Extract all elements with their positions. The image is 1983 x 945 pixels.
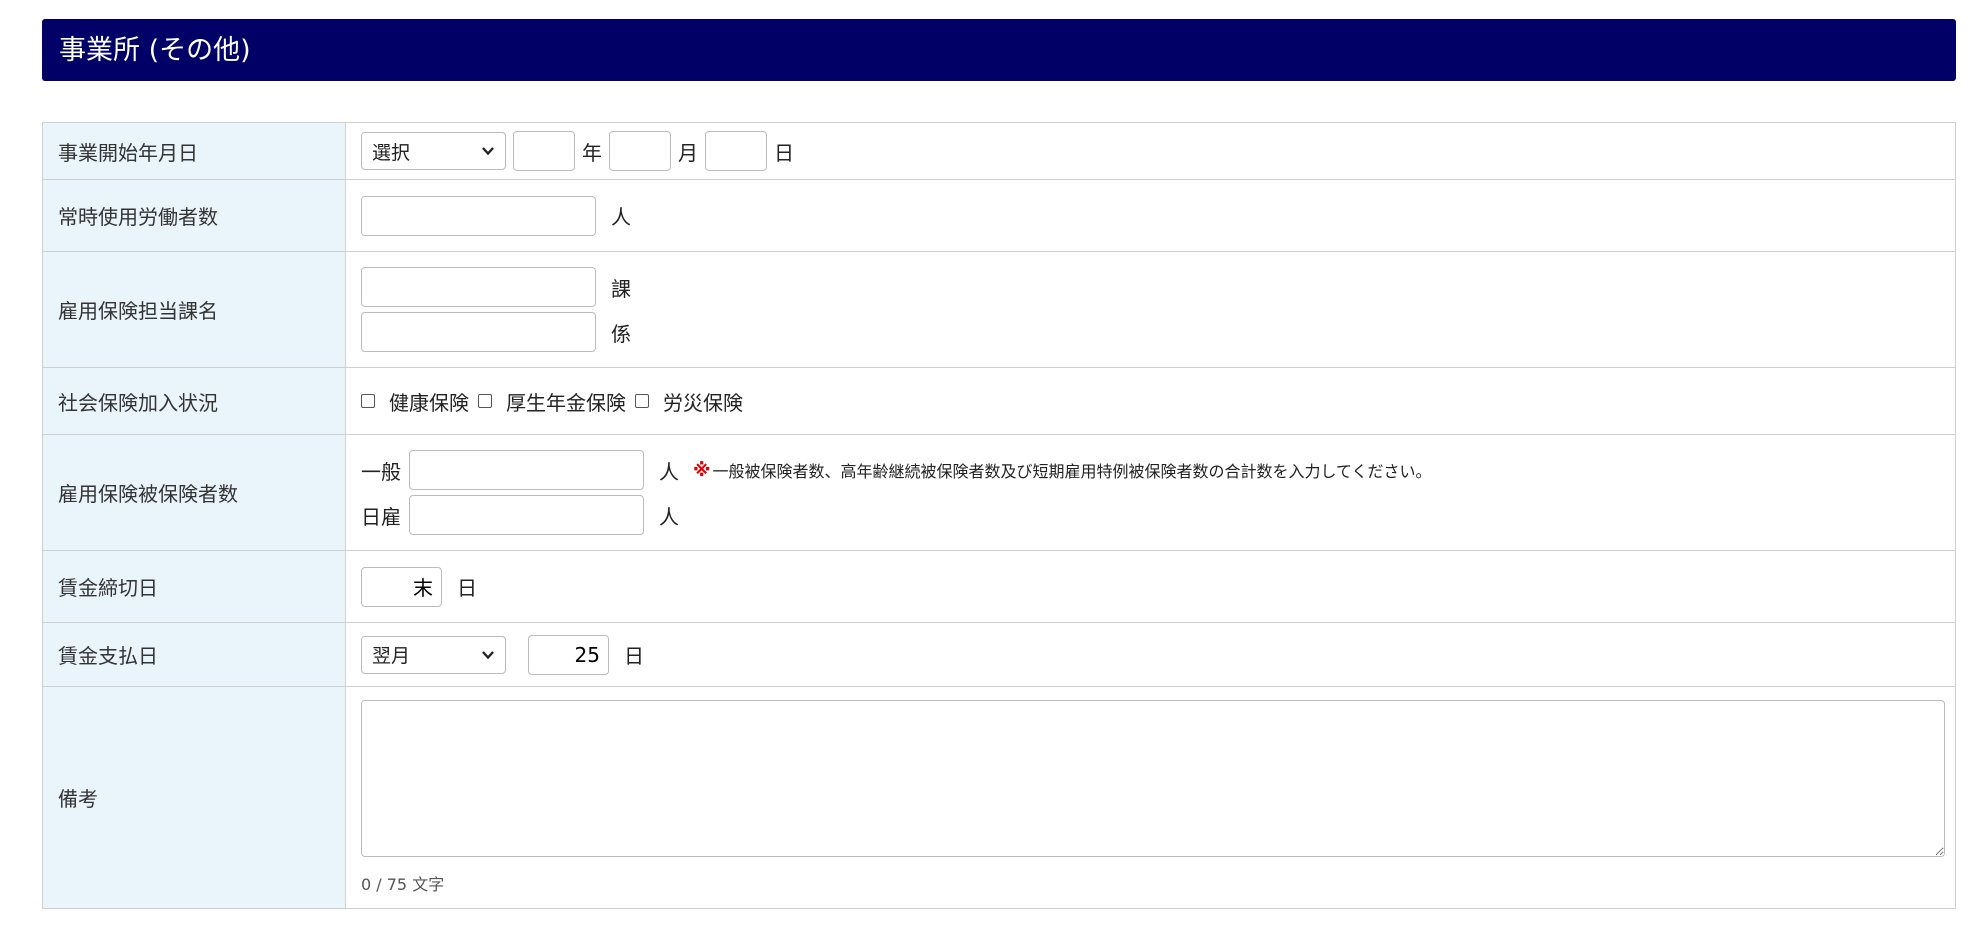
row-wage-closing-day: 賃金締切日 日	[42, 550, 1956, 623]
general-label: 一般	[361, 459, 401, 484]
field-social-insurance: 健康保険 厚生年金保険 労災保険	[345, 367, 1956, 435]
year-input[interactable]	[513, 131, 575, 171]
chevron-down-icon	[482, 650, 494, 659]
regular-workers-unit: 人	[611, 205, 631, 229]
field-wage-payment-day: 翌月 日	[345, 622, 1956, 687]
section-header: 事業所 (その他)	[42, 19, 1956, 81]
era-select-value: 選択	[372, 141, 411, 164]
workers-comp-label: 労災保険	[663, 390, 743, 415]
general-insured-input[interactable]	[409, 450, 644, 490]
label-wage-payment-day: 賃金支払日	[42, 622, 346, 687]
office-form-table: 事業開始年月日 選択 年 月 日 常時使用労働者数 人 雇用保険担当課名 課 係…	[42, 122, 1956, 909]
health-insurance-checkbox[interactable]	[361, 394, 375, 408]
era-select[interactable]: 選択	[361, 132, 506, 170]
health-insurance-label: 健康保険	[389, 390, 469, 415]
payment-month-value: 翌月	[372, 645, 411, 667]
section-name-input[interactable]	[361, 267, 596, 307]
section-unit: 課	[611, 276, 631, 301]
row-regular-workers: 常時使用労働者数 人	[42, 179, 1956, 252]
month-unit: 月	[678, 140, 698, 165]
field-wage-closing-day: 日	[345, 550, 1956, 623]
field-regular-workers: 人	[345, 179, 1956, 252]
wage-closing-day-input[interactable]	[361, 566, 442, 607]
payment-month-select[interactable]: 翌月	[361, 635, 506, 674]
payment-day-input[interactable]	[528, 634, 609, 675]
row-wage-payment-day: 賃金支払日 翌月 日	[42, 622, 1956, 687]
day-input[interactable]	[705, 131, 767, 171]
page: 事業所 (その他) 事業開始年月日 選択 年 月 日 常時使用労働者数 人 雇用…	[0, 0, 1983, 945]
workers-comp-checkbox[interactable]	[635, 394, 649, 408]
pension-insurance-checkbox[interactable]	[478, 394, 492, 408]
general-insured-unit: 人	[659, 459, 679, 484]
day-unit: 日	[774, 140, 794, 165]
row-business-start-date: 事業開始年月日 選択 年 月 日	[42, 122, 1956, 180]
label-insured-count: 雇用保険被保険者数	[42, 434, 346, 551]
row-employment-insurance-section: 雇用保険担当課名 課 係	[42, 251, 1956, 368]
field-remarks: 0 / 75 文字	[345, 686, 1956, 909]
regular-workers-input[interactable]	[361, 195, 596, 236]
row-remarks: 備考 0 / 75 文字	[42, 686, 1956, 909]
row-social-insurance: 社会保険加入状況 健康保険 厚生年金保険 労災保険	[42, 367, 1956, 435]
label-wage-closing-day: 賃金締切日	[42, 550, 346, 623]
pension-insurance-label: 厚生年金保険	[506, 390, 626, 415]
year-unit: 年	[582, 140, 602, 165]
label-regular-workers: 常時使用労働者数	[42, 179, 346, 252]
note-mark: ※	[693, 459, 711, 481]
month-input[interactable]	[609, 131, 671, 171]
label-social-insurance: 社会保険加入状況	[42, 367, 346, 435]
label-business-start-date: 事業開始年月日	[42, 122, 346, 180]
payment-day-unit: 日	[624, 644, 644, 668]
field-employment-insurance-section: 課 係	[345, 251, 1956, 368]
field-insured-count: 一般 人 ※ 一般被保険者数、高年齢継続被保険者数及び短期雇用特例被保険者数の合…	[345, 434, 1956, 551]
label-remarks: 備考	[42, 686, 346, 909]
label-employment-insurance-section: 雇用保険担当課名	[42, 251, 346, 368]
subsection-unit: 係	[611, 321, 631, 346]
note-text: 一般被保険者数、高年齢継続被保険者数及び短期雇用特例被保険者数の合計数を入力して…	[712, 462, 1432, 481]
row-insured-count: 雇用保険被保険者数 一般 人 ※ 一般被保険者数、高年齢継続被保険者数及び短期雇…	[42, 434, 1956, 551]
daily-insured-unit: 人	[659, 504, 679, 529]
daily-insured-input[interactable]	[409, 495, 644, 535]
field-business-start-date: 選択 年 月 日	[345, 122, 1956, 180]
chevron-down-icon	[482, 147, 494, 156]
remarks-textarea[interactable]	[361, 700, 1945, 857]
wage-closing-day-unit: 日	[457, 576, 477, 600]
subsection-name-input[interactable]	[361, 312, 596, 352]
character-counter: 0 / 75 文字	[361, 875, 445, 894]
section-title: 事業所 (その他)	[59, 34, 251, 66]
daily-label: 日雇	[361, 504, 401, 529]
